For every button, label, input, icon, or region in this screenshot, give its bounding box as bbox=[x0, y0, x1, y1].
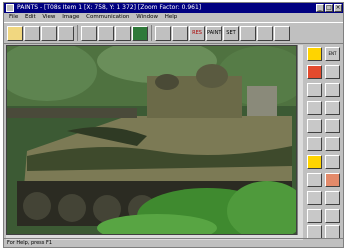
airbrush-icon[interactable] bbox=[325, 119, 340, 133]
menu-bar: File Edit View Image Communication Windo… bbox=[4, 13, 343, 21]
fill-icon[interactable] bbox=[307, 155, 322, 169]
paint-button[interactable]: PAINT bbox=[206, 26, 222, 41]
histogram-icon[interactable] bbox=[325, 191, 340, 205]
toolbar-separator bbox=[151, 25, 152, 41]
tool-panel: ENT bbox=[305, 45, 343, 239]
toolbar: RES PAINT SET bbox=[4, 22, 343, 44]
menu-communication[interactable]: Communication bbox=[86, 14, 129, 20]
maximize-button[interactable]: □ bbox=[325, 4, 333, 12]
paintbrush-icon[interactable] bbox=[325, 137, 340, 151]
color-icon[interactable] bbox=[132, 26, 148, 41]
window-title: PAINTS - [T08s Item 1 [X: 758, Y: 1 372]… bbox=[17, 4, 202, 11]
menu-edit[interactable]: Edit bbox=[25, 14, 36, 20]
print-icon[interactable] bbox=[41, 26, 57, 41]
fit-view-icon[interactable] bbox=[115, 26, 131, 41]
yellow-swatch-icon[interactable] bbox=[307, 47, 322, 61]
minimize-button[interactable]: _ bbox=[316, 4, 324, 12]
status-bar: For Help, press F1 bbox=[4, 238, 343, 247]
adjust-icon[interactable] bbox=[307, 225, 322, 239]
ent-button[interactable]: ENT bbox=[325, 47, 340, 61]
vertical-scrollbar[interactable] bbox=[297, 45, 303, 235]
zoom-in-icon[interactable] bbox=[81, 26, 97, 41]
wrench2-icon[interactable] bbox=[307, 209, 322, 223]
menu-view[interactable]: View bbox=[42, 14, 55, 20]
menu-file[interactable]: File bbox=[9, 14, 18, 20]
frame-icon[interactable] bbox=[325, 173, 340, 187]
scan-icon[interactable] bbox=[58, 26, 74, 41]
res-button[interactable]: RES bbox=[189, 26, 205, 41]
eraser-icon[interactable] bbox=[307, 137, 322, 151]
menu-window[interactable]: Window bbox=[136, 14, 158, 20]
palette-icon[interactable] bbox=[307, 65, 322, 79]
menu-help[interactable]: Help bbox=[165, 14, 178, 20]
undo-icon[interactable] bbox=[240, 26, 256, 41]
layers-icon[interactable] bbox=[172, 26, 188, 41]
toolbar-separator bbox=[77, 25, 78, 41]
line-tool-icon[interactable] bbox=[307, 83, 322, 97]
close-button[interactable]: × bbox=[334, 4, 342, 12]
export-icon[interactable] bbox=[325, 225, 340, 239]
rectangle-select-icon[interactable] bbox=[307, 119, 322, 133]
smudge-icon[interactable] bbox=[325, 155, 340, 169]
save-disk-icon[interactable] bbox=[24, 26, 40, 41]
grid-icon[interactable] bbox=[155, 26, 171, 41]
app-window: PAINTS - [T08s Item 1 [X: 758, Y: 1 372]… bbox=[3, 2, 344, 248]
crop-icon[interactable] bbox=[325, 65, 340, 79]
open-folder-icon[interactable] bbox=[7, 26, 23, 41]
tank-photo bbox=[7, 46, 296, 234]
set-button[interactable]: SET bbox=[223, 26, 239, 41]
pencil-icon[interactable] bbox=[325, 83, 340, 97]
wrench-icon[interactable] bbox=[307, 173, 322, 187]
tools-icon[interactable] bbox=[274, 26, 290, 41]
brush-icon[interactable] bbox=[325, 101, 340, 115]
app-icon[interactable] bbox=[6, 4, 14, 12]
redo-icon[interactable] bbox=[257, 26, 273, 41]
text-tool-icon[interactable] bbox=[307, 101, 322, 115]
stamp-icon[interactable] bbox=[325, 209, 340, 223]
zoom-out-icon[interactable] bbox=[98, 26, 114, 41]
image-canvas[interactable] bbox=[6, 45, 297, 235]
menu-image[interactable]: Image bbox=[62, 14, 79, 20]
clone-icon[interactable] bbox=[307, 191, 322, 205]
title-bar: PAINTS - [T08s Item 1 [X: 758, Y: 1 372]… bbox=[4, 3, 343, 13]
